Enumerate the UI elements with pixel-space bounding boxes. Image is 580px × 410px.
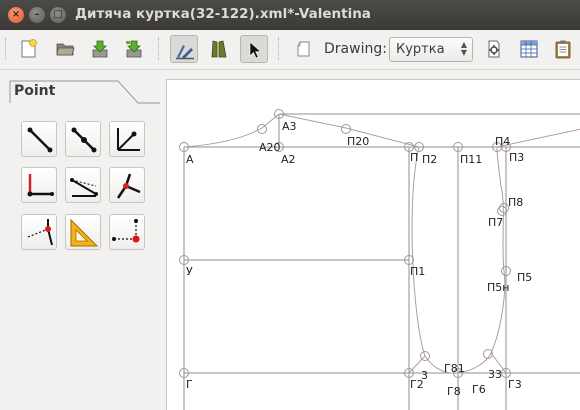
new-file-button[interactable]: [14, 35, 42, 63]
open-file-button[interactable]: [51, 35, 79, 63]
option-draw-button[interactable]: [480, 35, 508, 63]
perpendicular-icon: [70, 178, 98, 197]
label-a: А: [186, 153, 194, 166]
new-drawing-button[interactable]: [290, 35, 318, 63]
label-p2: П2: [422, 153, 437, 166]
point-intersect-xy-tool[interactable]: [109, 214, 145, 250]
label-g81: Г81: [444, 362, 465, 375]
point-of-contact-tool[interactable]: [65, 214, 101, 250]
drawing-select-value: Куртка: [396, 42, 445, 57]
line-point-icon: [27, 127, 53, 153]
point-a20[interactable]: [257, 124, 267, 134]
point-along-bisector-tool[interactable]: [109, 121, 145, 157]
tool-panel: Point: [0, 71, 160, 410]
point-along-line-tool[interactable]: [65, 121, 101, 157]
toolbar-grip: [5, 38, 7, 60]
label-p: П: [410, 151, 418, 164]
armhole-back[interactable]: [457, 146, 506, 374]
label-33: 33: [488, 368, 502, 381]
draw-mode-button[interactable]: [170, 35, 198, 63]
armhole-front[interactable]: [411, 146, 459, 374]
pattern-settings-icon: [488, 40, 500, 58]
label-p11: П11: [460, 153, 482, 166]
label-p4: П4: [495, 135, 510, 148]
tab-point[interactable]: Point: [14, 83, 55, 99]
pattern-drawing[interactable]: А А20 А2 А3 П20 П П2 П11 П4 П3 П8 П7 П5 …: [167, 80, 580, 410]
triangle-point-icon: [27, 219, 53, 246]
point-at-distance-angle-tool[interactable]: [21, 121, 57, 157]
main-toolbar: Drawing: Куртка ▲ ▼: [0, 30, 580, 70]
label-p20: П20: [347, 135, 369, 148]
title-bar: × – □ Дитяча куртка(32-122).xml*-Valenti…: [0, 0, 580, 30]
open-folder-icon: [56, 43, 75, 56]
minimize-window-button[interactable]: –: [29, 7, 45, 23]
intersect-xy-icon: [112, 219, 140, 243]
drafting-tools-icon: [176, 45, 194, 60]
point-at-triangle-tool[interactable]: [21, 214, 57, 250]
label-p8: П8: [508, 196, 523, 209]
label-a2: А2: [281, 153, 296, 166]
set-square-icon: [70, 218, 99, 247]
toolbar-separator: [158, 38, 160, 60]
label-u: У: [186, 265, 193, 278]
clipboard-icon: [555, 40, 571, 59]
point-at-normal-tool[interactable]: [21, 167, 57, 203]
arrow-pointer-icon: [249, 41, 262, 59]
label-p3: П3: [509, 151, 524, 164]
table-grid-icon: [520, 40, 538, 58]
save-as-icon: [126, 40, 142, 58]
save-as-button[interactable]: [120, 35, 148, 63]
save-button[interactable]: [86, 35, 114, 63]
label-a3: А3: [282, 120, 297, 133]
bisector-icon: [117, 128, 140, 151]
drawing-select[interactable]: Куртка ▲ ▼: [389, 37, 473, 62]
label-p1: П1: [410, 265, 425, 278]
point-at-perpendicular-tool[interactable]: [65, 167, 101, 203]
point-p7[interactable]: [497, 206, 507, 216]
label-g3: Г3: [508, 378, 522, 391]
point-at-shoulder-tool[interactable]: [109, 167, 145, 203]
along-line-icon: [71, 127, 97, 153]
label-p5: П5: [517, 271, 532, 284]
arrow-tool-button[interactable]: [240, 35, 268, 63]
label-g: Г: [186, 378, 193, 391]
toolbar-separator: [278, 38, 280, 60]
maximize-window-button[interactable]: □: [50, 7, 66, 23]
spin-arrows-icon: ▲ ▼: [460, 40, 467, 57]
drawing-label: Drawing:: [324, 41, 387, 57]
window-title: Дитяча куртка(32-122).xml*-Valentina: [75, 6, 371, 22]
details-mode-button[interactable]: [205, 35, 233, 63]
drawing-canvas[interactable]: А А20 А2 А3 П20 П П2 П11 П4 П3 П8 П7 П5 …: [166, 79, 580, 410]
history-button[interactable]: [549, 35, 577, 63]
shoulder-point-icon: [116, 173, 141, 199]
table-button[interactable]: [515, 35, 543, 63]
label-p7: П7: [488, 216, 503, 229]
label-3: 3: [421, 369, 428, 382]
new-file-icon: [21, 39, 37, 58]
normal-icon: [27, 174, 54, 197]
label-p5n: П5н: [487, 281, 509, 294]
new-drawing-sheet-icon: [297, 41, 310, 57]
label-a20: А20: [259, 141, 281, 154]
label-g8: Г8: [447, 385, 461, 398]
close-window-button[interactable]: ×: [8, 7, 24, 23]
pattern-piece-icon: [211, 40, 227, 58]
label-g6: Г6: [472, 383, 486, 396]
save-down-arrow-icon: [92, 40, 108, 58]
